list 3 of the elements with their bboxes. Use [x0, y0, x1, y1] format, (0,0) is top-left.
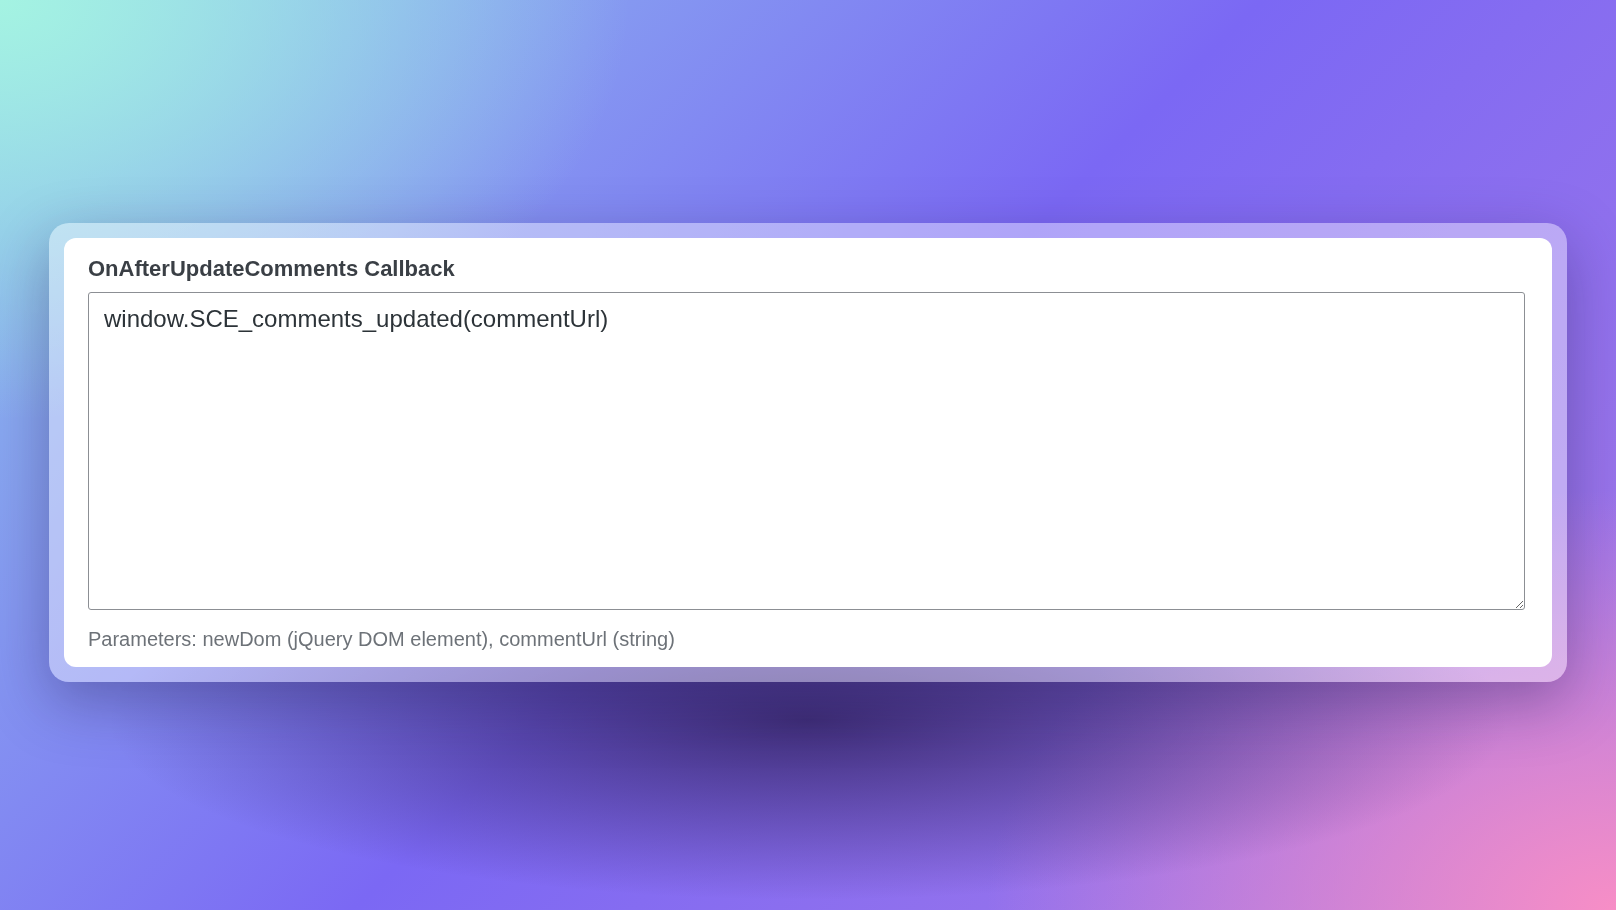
field-label: OnAfterUpdateComments Callback: [88, 256, 456, 282]
help-text: Parameters: newDom (jQuery DOM element), commentUrl (string): [88, 628, 676, 651]
code-textarea[interactable]: window.SCE_comments_updated(commentUrl): [88, 292, 1525, 610]
